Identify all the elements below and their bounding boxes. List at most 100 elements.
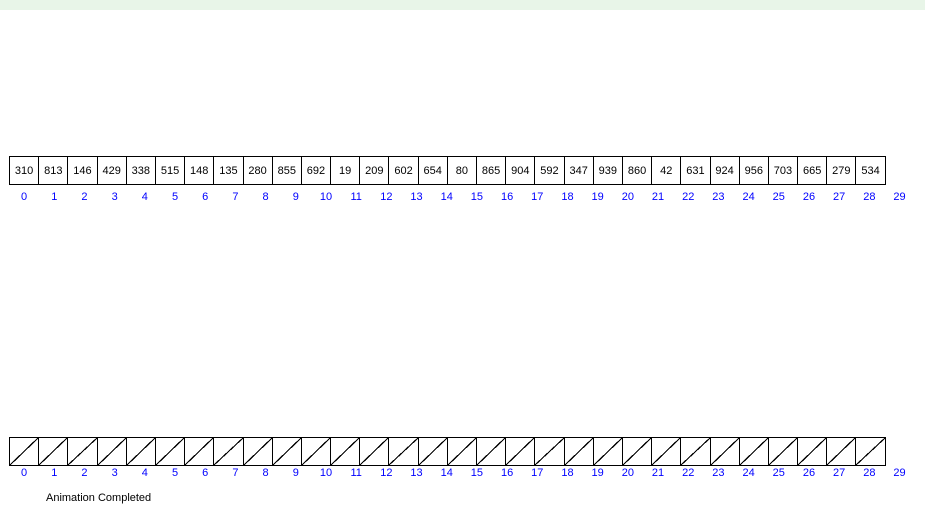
empty-cell <box>213 437 243 466</box>
bottom-index-row: 0123456789101112131415161718192021222324… <box>9 467 916 479</box>
empty-cell <box>155 437 185 466</box>
array-cell: 665 <box>797 156 827 185</box>
array-cell: 209 <box>359 156 389 185</box>
array-cell: 592 <box>534 156 564 185</box>
array-cell: 42 <box>651 156 681 185</box>
array-cell: 855 <box>272 156 302 185</box>
array-cell: 310 <box>9 156 39 185</box>
index-cell: 28 <box>854 467 884 479</box>
index-cell: 21 <box>643 191 673 203</box>
empty-cell <box>739 437 769 466</box>
array-cell: 347 <box>564 156 594 185</box>
index-cell: 24 <box>734 191 764 203</box>
index-cell: 7 <box>220 467 250 479</box>
index-cell: 3 <box>100 191 130 203</box>
index-cell: 25 <box>764 191 794 203</box>
index-cell: 27 <box>824 191 854 203</box>
empty-cell <box>505 437 535 466</box>
index-cell: 4 <box>130 191 160 203</box>
empty-cell <box>447 437 477 466</box>
index-cell: 25 <box>764 467 794 479</box>
empty-cell <box>710 437 740 466</box>
empty-cell <box>826 437 856 466</box>
index-cell: 9 <box>281 467 311 479</box>
index-cell: 9 <box>281 191 311 203</box>
empty-cell <box>593 437 623 466</box>
index-cell: 18 <box>552 191 582 203</box>
top-index-row: 0123456789101112131415161718192021222324… <box>9 191 916 203</box>
empty-cell <box>855 437 885 466</box>
index-cell: 8 <box>251 467 281 479</box>
array-cell: 956 <box>739 156 769 185</box>
array-cell: 279 <box>826 156 856 185</box>
index-cell: 14 <box>432 467 462 479</box>
index-cell: 18 <box>552 467 582 479</box>
empty-cell <box>359 437 389 466</box>
index-cell: 19 <box>583 191 613 203</box>
index-cell: 20 <box>613 467 643 479</box>
index-cell: 1 <box>39 467 69 479</box>
top-array-row: 3108131464293385151481352808556921920960… <box>9 156 916 185</box>
empty-cell <box>272 437 302 466</box>
array-cell: 813 <box>38 156 68 185</box>
index-cell: 26 <box>794 191 824 203</box>
array-cell: 515 <box>155 156 185 185</box>
index-cell: 14 <box>432 191 462 203</box>
empty-cell <box>651 437 681 466</box>
array-cell: 924 <box>710 156 740 185</box>
index-cell: 28 <box>854 191 884 203</box>
index-cell: 20 <box>613 191 643 203</box>
array-cell: 703 <box>768 156 798 185</box>
empty-cell <box>38 437 68 466</box>
array-cell: 904 <box>505 156 535 185</box>
empty-cell <box>476 437 506 466</box>
index-cell: 19 <box>583 467 613 479</box>
empty-cell <box>680 437 710 466</box>
empty-cell <box>564 437 594 466</box>
bottom-array-section: 0123456789101112131415161718192021222324… <box>9 437 916 479</box>
index-cell: 13 <box>401 467 431 479</box>
array-cell: 860 <box>622 156 652 185</box>
empty-cell <box>301 437 331 466</box>
empty-cell <box>534 437 564 466</box>
array-cell: 429 <box>97 156 127 185</box>
index-cell: 29 <box>884 467 914 479</box>
index-cell: 22 <box>673 467 703 479</box>
array-cell: 338 <box>126 156 156 185</box>
array-cell: 939 <box>593 156 623 185</box>
index-cell: 29 <box>884 191 914 203</box>
index-cell: 6 <box>190 467 220 479</box>
index-cell: 12 <box>371 191 401 203</box>
index-cell: 10 <box>311 191 341 203</box>
array-cell: 534 <box>855 156 885 185</box>
index-cell: 8 <box>251 191 281 203</box>
status-text: Animation Completed <box>46 492 151 504</box>
array-cell: 865 <box>476 156 506 185</box>
index-cell: 11 <box>341 191 371 203</box>
array-cell: 631 <box>680 156 710 185</box>
empty-cell <box>418 437 448 466</box>
index-cell: 5 <box>160 191 190 203</box>
index-cell: 26 <box>794 467 824 479</box>
array-cell: 80 <box>447 156 477 185</box>
index-cell: 5 <box>160 467 190 479</box>
index-cell: 4 <box>130 467 160 479</box>
index-cell: 0 <box>9 467 39 479</box>
index-cell: 1 <box>39 191 69 203</box>
index-cell: 11 <box>341 467 371 479</box>
index-cell: 16 <box>492 467 522 479</box>
index-cell: 7 <box>220 191 250 203</box>
array-cell: 135 <box>213 156 243 185</box>
index-cell: 3 <box>100 467 130 479</box>
array-cell: 148 <box>184 156 214 185</box>
array-cell: 654 <box>418 156 448 185</box>
index-cell: 16 <box>492 191 522 203</box>
array-cell: 602 <box>388 156 418 185</box>
empty-cell <box>67 437 97 466</box>
empty-cell <box>388 437 418 466</box>
index-cell: 10 <box>311 467 341 479</box>
empty-cell <box>330 437 360 466</box>
index-cell: 24 <box>734 467 764 479</box>
empty-cell <box>622 437 652 466</box>
empty-cell <box>97 437 127 466</box>
